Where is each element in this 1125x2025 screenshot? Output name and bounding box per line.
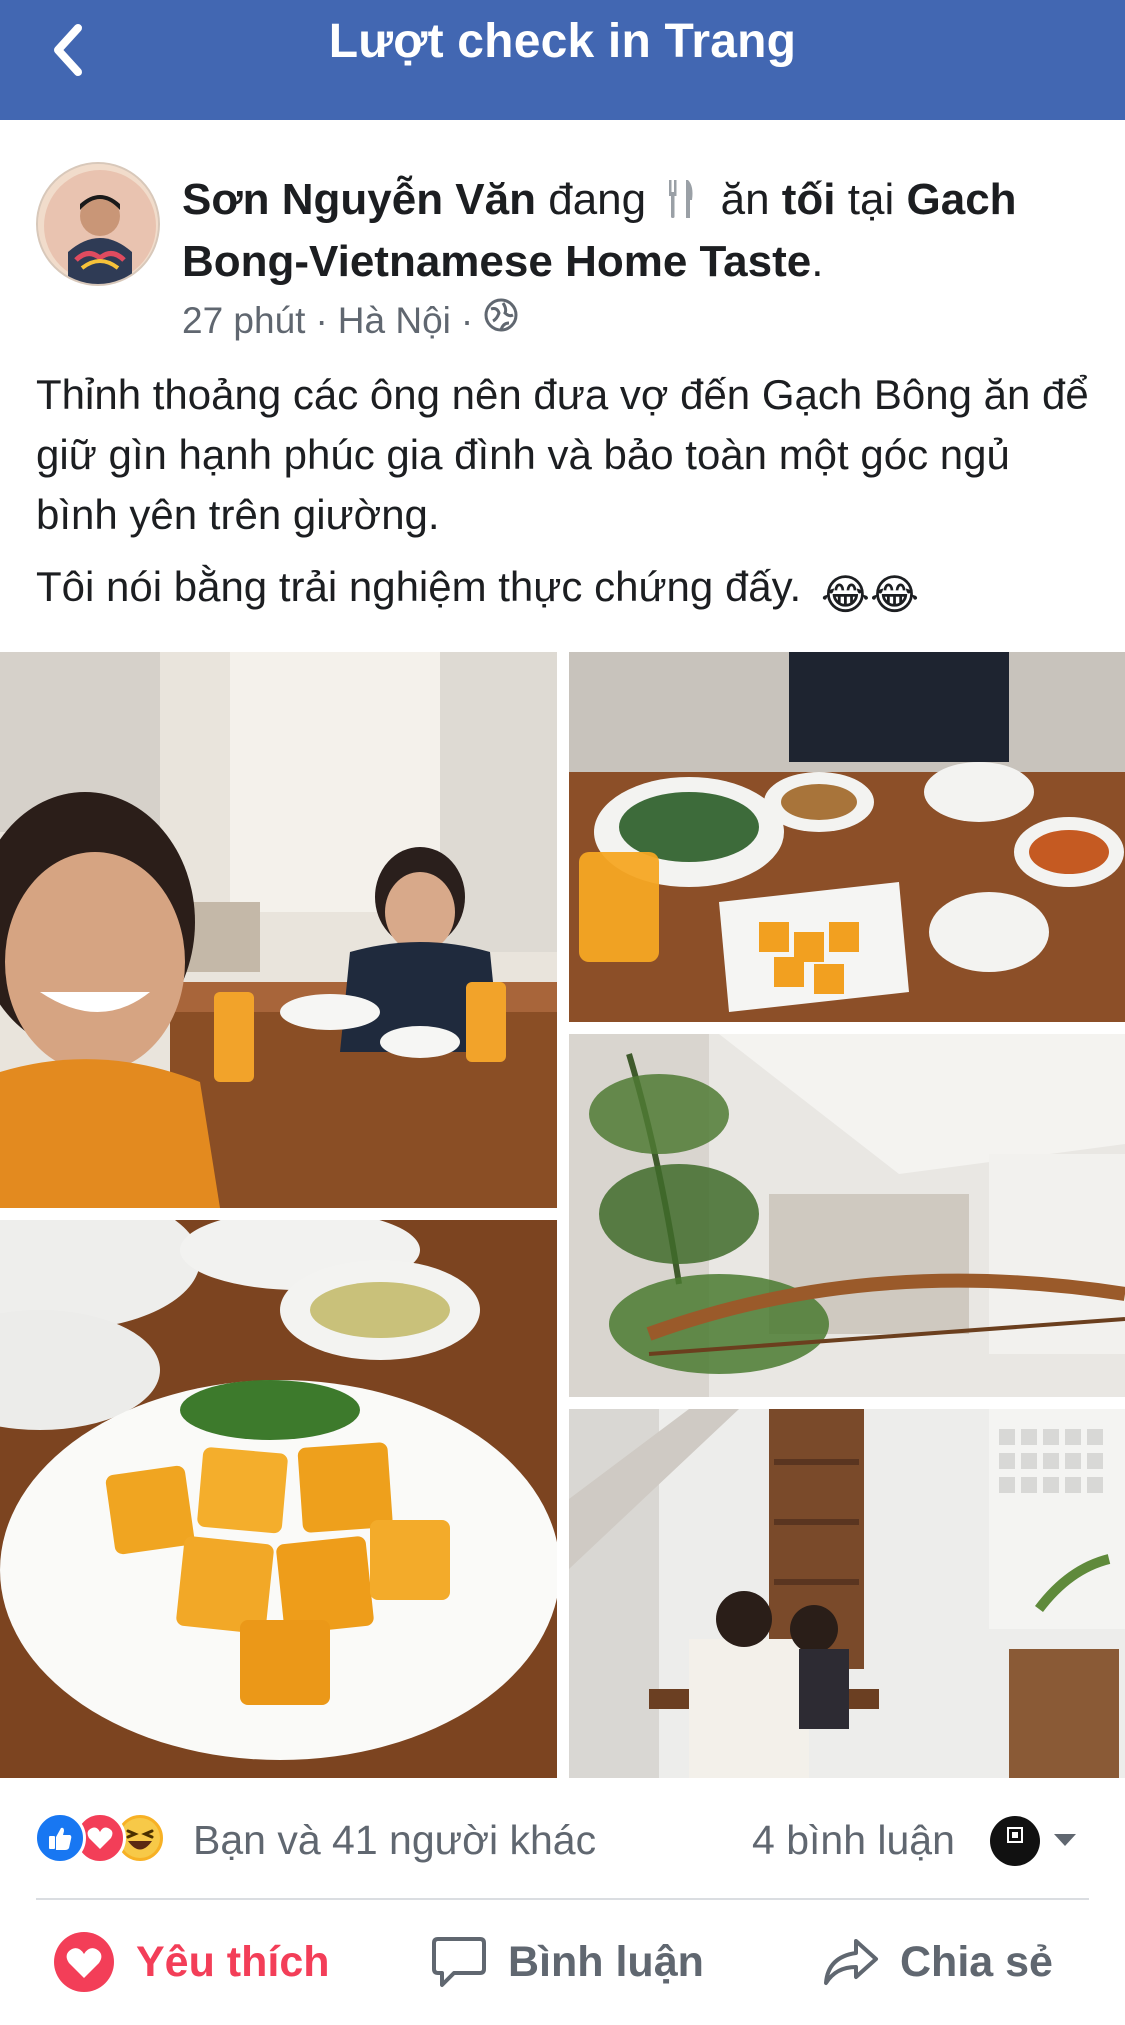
meta-separator: · bbox=[315, 300, 328, 341]
post-text-line: Tôi nói bằng trải nghiệm thực chứng đấy. bbox=[36, 563, 802, 610]
reaction-icons[interactable] bbox=[34, 1812, 166, 1864]
post-header-line-2: Bong-Vietnamese Home Taste. bbox=[182, 232, 1082, 292]
location-prefix: tại bbox=[847, 175, 895, 224]
heart-icon bbox=[54, 1932, 114, 1992]
post-time[interactable]: 27 phút bbox=[182, 296, 305, 346]
fork-knife-icon bbox=[666, 176, 696, 236]
photo-table-overhead[interactable] bbox=[569, 652, 1125, 1022]
place-name-end: . bbox=[811, 237, 824, 286]
top-bar: Lượt check in Trang bbox=[0, 0, 1125, 120]
post-text-paragraph: Tôi nói bằng trải nghiệm thực chứng đấy.… bbox=[36, 557, 1096, 625]
post-meta: 27 phút · Hà Nội · bbox=[182, 296, 519, 346]
meta-separator: · bbox=[460, 300, 474, 341]
page-title: Lượt check in Trang bbox=[328, 15, 797, 68]
globe-icon bbox=[483, 296, 519, 346]
share-button-label: Chia sẻ bbox=[900, 1937, 1053, 1986]
place-name-part2[interactable]: Bong-Vietnamese Home Taste bbox=[182, 237, 811, 286]
share-icon bbox=[824, 1939, 878, 1985]
love-button[interactable]: Yêu thích bbox=[52, 1922, 330, 2002]
author-avatar[interactable] bbox=[36, 162, 160, 286]
activity-verb: ăn bbox=[720, 175, 770, 224]
post-city: Hà Nội bbox=[337, 300, 451, 341]
comment-button-label: Bình luận bbox=[508, 1937, 704, 1986]
activity-meal: tối bbox=[781, 175, 836, 224]
comments-count[interactable]: 4 bình luận bbox=[752, 1812, 955, 1868]
place-name-part1[interactable]: Gach bbox=[907, 175, 1017, 224]
post-header-line-1: Sơn Nguyễn Văn đang ăn tối tại Gach bbox=[182, 170, 1082, 236]
comment-icon bbox=[432, 1937, 486, 1987]
like-icon bbox=[34, 1812, 86, 1864]
page-avatar[interactable] bbox=[990, 1816, 1040, 1866]
photo-selfie-couple[interactable] bbox=[0, 652, 557, 1208]
divider bbox=[36, 1898, 1089, 1900]
laughing-emoji-icon: 😂😂 bbox=[820, 571, 920, 618]
photo-dining-couple[interactable] bbox=[569, 1409, 1125, 1778]
activity-prefix: đang bbox=[548, 175, 647, 224]
share-button[interactable]: Chia sẻ bbox=[822, 1922, 1053, 2002]
chevron-down-icon[interactable] bbox=[1052, 1832, 1078, 1853]
photo-interior-stairwell[interactable] bbox=[569, 1034, 1125, 1397]
post-text-paragraph: Thỉnh thoảng các ông nên đưa vợ đến Gạch… bbox=[36, 371, 1089, 538]
comment-button[interactable]: Bình luận bbox=[430, 1922, 704, 2002]
photo-fried-tofu-plate[interactable] bbox=[0, 1220, 557, 1778]
love-button-label: Yêu thích bbox=[136, 1937, 330, 1986]
reactions-summary[interactable]: Bạn và 41 người khác bbox=[193, 1812, 596, 1868]
author-name[interactable]: Sơn Nguyễn Văn bbox=[182, 175, 536, 224]
post-body: Thỉnh thoảng các ông nên đưa vợ đến Gạch… bbox=[36, 365, 1096, 625]
